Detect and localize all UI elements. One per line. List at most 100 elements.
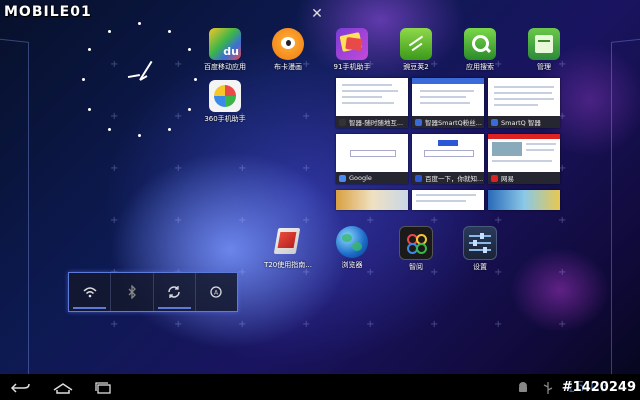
wifi-icon [83, 287, 97, 298]
app-search-icon [464, 28, 496, 60]
91-assistant-icon [336, 28, 368, 60]
app-91-assistant[interactable]: 91手机助手 [322, 28, 382, 72]
app-label: 360手机助手 [204, 115, 246, 123]
wallpaper-plus: + [302, 319, 311, 330]
app-label: 豌豆荚2 [403, 63, 429, 71]
favicon [339, 174, 346, 182]
360-assistant-icon [209, 80, 241, 112]
app-browser[interactable]: 浏览器 [322, 226, 382, 270]
recent-apps-button[interactable] [92, 380, 114, 394]
recent-app-title: Google [349, 174, 372, 182]
system-navigation-bar [0, 374, 640, 400]
recent-app-title: 百度一下，你就知... [425, 175, 484, 183]
t20-guide-icon [272, 226, 304, 258]
recent-app-thumbnail[interactable]: 智器SmartQ粉丝... [412, 78, 484, 128]
close-icon[interactable]: ✕ [309, 6, 325, 22]
app-baidu-mobile[interactable]: du 百度移动应用 [195, 28, 255, 72]
settings-sliders-icon [463, 226, 497, 260]
recent-app-title: SmartQ 智器 [501, 119, 541, 127]
wallpaper-plus: + [430, 215, 439, 226]
favicon [491, 174, 498, 182]
favicon [491, 118, 498, 126]
left-home-panel[interactable] [0, 38, 29, 384]
app-label: 布卡漫画 [274, 63, 302, 71]
wallpaper-plus: + [494, 319, 503, 330]
sync-icon [168, 286, 180, 298]
recent-app-title: 智器-随时随地互... [349, 119, 404, 127]
wallpaper-plus: + [302, 111, 311, 122]
app-label: 浏览器 [341, 261, 363, 269]
svg-text:A: A [214, 290, 219, 297]
app-t20-guide[interactable]: T20使用指南... [258, 226, 318, 270]
app-search[interactable]: 应用搜索 [450, 28, 510, 72]
app-zhiyue[interactable]: 智阅 [386, 226, 446, 272]
favicon [415, 118, 422, 126]
wallpaper-plus: + [110, 163, 119, 174]
home-button[interactable] [52, 380, 74, 394]
buka-manga-icon [272, 28, 304, 60]
bluetooth-icon [128, 285, 136, 299]
recent-app-thumbnail[interactable] [412, 190, 484, 210]
recent-app-thumbnail[interactable]: 网易 [488, 134, 560, 184]
recent-app-title: 智器SmartQ粉丝... [425, 119, 482, 127]
recent-app-thumbnail[interactable]: Google [336, 134, 408, 184]
back-button[interactable] [10, 380, 32, 394]
back-icon [10, 383, 30, 393]
wallpaper-plus: + [366, 319, 375, 330]
right-home-panel[interactable] [611, 38, 640, 384]
wallpaper-plus: + [110, 319, 119, 330]
analog-clock-widget[interactable] [80, 20, 200, 140]
wallpaper-plus: + [174, 163, 183, 174]
browser-globe-icon [336, 226, 368, 258]
wallpaper-plus: + [558, 215, 567, 226]
wallpaper-plus: + [558, 319, 567, 330]
watermark-logo: MOBILE01 [4, 4, 92, 20]
recent-app-thumbnail[interactable]: 智器-随时随地互... [336, 78, 408, 128]
wallpaper-plus: + [558, 267, 567, 278]
app-buka-manga[interactable]: 布卡漫画 [258, 28, 318, 72]
wallpaper-plus: + [238, 163, 247, 174]
wallpaper-plus: + [302, 163, 311, 174]
brightness-icon: A [210, 286, 223, 298]
app-label: 百度移动应用 [204, 63, 246, 71]
app-settings[interactable]: 设置 [450, 226, 510, 272]
app-label: 91手机助手 [333, 63, 371, 71]
favicon [415, 174, 422, 182]
recent-app-thumbnail[interactable] [488, 190, 560, 210]
wallpaper-plus: + [494, 215, 503, 226]
recent-app-thumbnail[interactable]: 百度一下，你就知... [412, 134, 484, 184]
app-360-assistant[interactable]: 360手机助手 [195, 80, 255, 124]
watermark-id: #1420249 [561, 380, 636, 395]
wifi-toggle[interactable] [69, 273, 112, 311]
recent-app-title: 网易 [501, 175, 514, 183]
wallpaper-plus: + [430, 319, 439, 330]
wallpaper-plus: + [366, 215, 375, 226]
favicon [339, 118, 346, 126]
wallpaper-plus: + [174, 215, 183, 226]
app-label: 管理 [537, 63, 551, 71]
recent-app-thumbnail[interactable]: SmartQ 智器 [488, 78, 560, 128]
wandoujia-icon [400, 28, 432, 60]
wallpaper-plus: + [238, 215, 247, 226]
app-label: T20使用指南... [264, 261, 312, 269]
wallpaper-plus: + [238, 267, 247, 278]
usb-icon [542, 380, 564, 394]
wallpaper-plus: + [174, 319, 183, 330]
home-icon [53, 383, 73, 394]
bluetooth-toggle[interactable] [111, 273, 154, 311]
baidu-du-icon: du [209, 28, 241, 60]
app-wandoujia[interactable]: 豌豆荚2 [386, 28, 446, 72]
recent-app-thumbnail[interactable] [336, 190, 408, 210]
manage-icon [528, 28, 560, 60]
app-label: 应用搜索 [466, 63, 494, 71]
brightness-toggle[interactable]: A [196, 273, 237, 311]
app-label: 智阅 [409, 263, 423, 271]
app-manage[interactable]: 管理 [514, 28, 574, 72]
power-control-widget: A [68, 272, 238, 312]
sync-toggle[interactable] [154, 273, 196, 311]
zhiyue-reader-icon [399, 226, 433, 260]
recent-apps-icon [95, 382, 111, 394]
wallpaper-plus: + [238, 319, 247, 330]
android-debug-icon [516, 380, 538, 394]
app-label: 设置 [473, 263, 487, 271]
